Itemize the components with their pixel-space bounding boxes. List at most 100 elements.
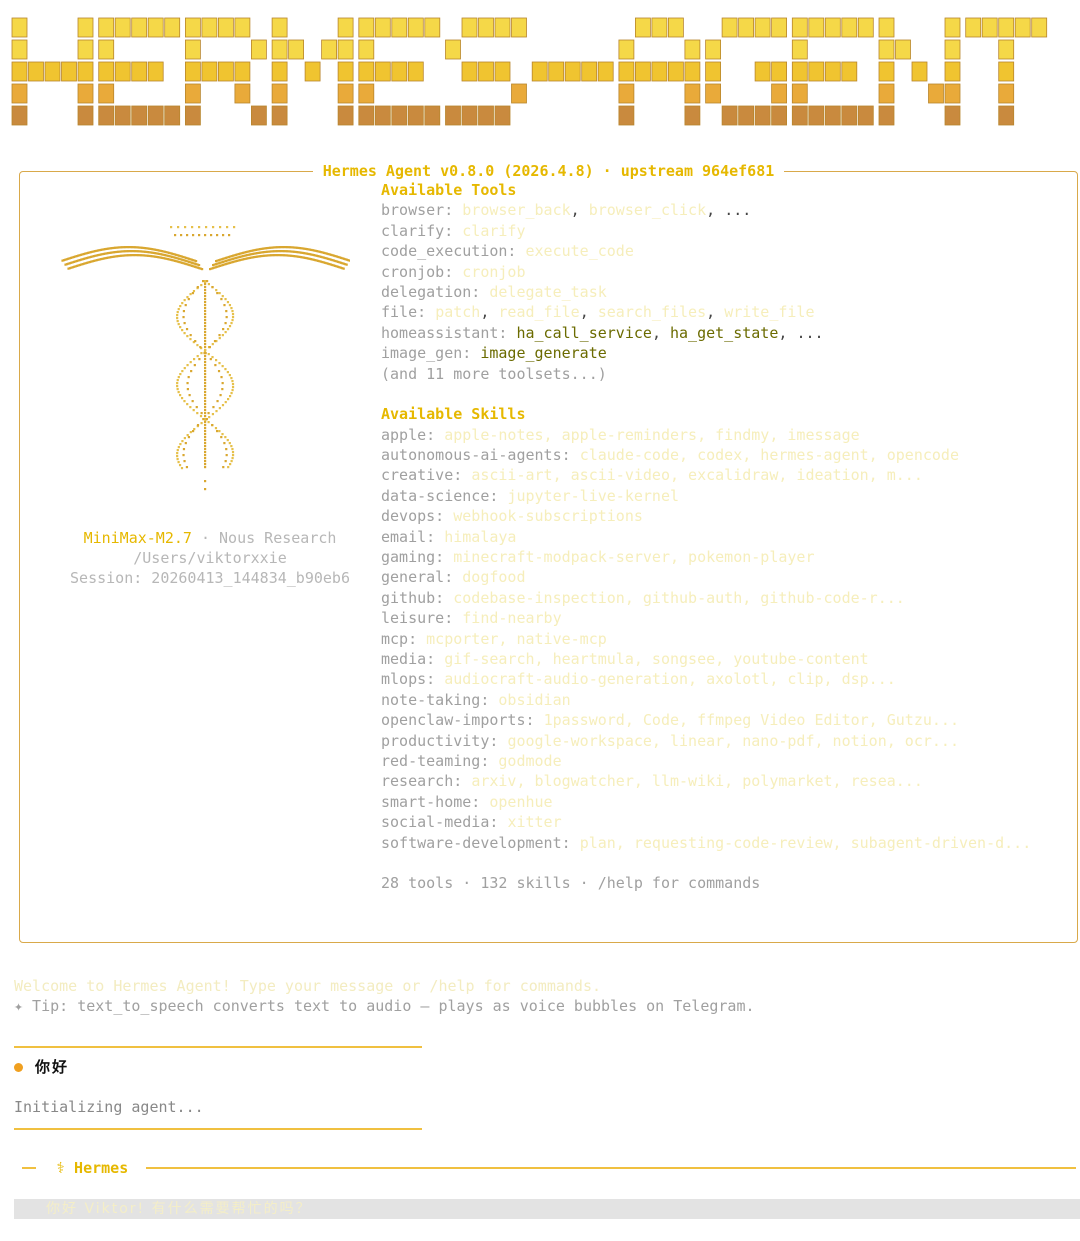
divider [14,1128,422,1130]
skill-items: plan, requesting-code-review, subagent-d… [579,833,1032,852]
skill-row: github: codebase-inspection, github-auth… [381,588,1061,608]
assistant-reply-text: 你好 Viktor! 有什么需要帮忙的吗？ [46,1201,312,1217]
tool-category: browser: [381,201,463,220]
skill-category: social-media: [381,813,508,832]
skill-row: social-media: xitter [381,812,1061,832]
more-toolsets: (and 11 more toolsets...) [381,364,607,383]
assistant-reply[interactable]: 你好 Viktor! 有什么需要帮忙的吗？ [14,1199,1080,1219]
skill-items: find-nearby [462,609,562,628]
skill-category: gaming: [381,548,454,567]
divider [14,1046,422,1048]
status-text: Initializing agent... [14,1098,204,1116]
tool-row: file: patch, read_file, search_files, wr… [381,302,1061,322]
model-name: MiniMax-M2.7 [83,529,192,547]
tool-row: cronjob: cronjob [381,262,1061,282]
tool-category: code_execution: [381,242,526,261]
skills-list: apple: apple-notes, apple-reminders, fin… [381,425,1061,853]
tool-category: delegation: [381,282,490,301]
skill-items: godmode [498,751,562,770]
user-bullet-icon [14,1062,23,1072]
skill-category: apple: [381,425,445,444]
skill-category: mcp: [381,629,427,648]
tool-row: delegation: delegate_task [381,282,1061,302]
tool-row: browser: browser_back, browser_click, ..… [381,200,1061,220]
skills-heading: Available Skills [381,405,526,424]
tool-items: clarify [462,221,526,240]
skill-category: red-teaming: [381,751,499,770]
session-id: Session: 20260413_144834_b90eb6 [70,569,350,587]
skill-category: general: [381,568,463,587]
skill-items: mcporter, native-mcp [426,629,607,648]
version-title: Hermes Agent v0.8.0 (2026.4.8) · upstrea… [312,162,785,180]
skill-row: media: gif-search, heartmula, songsee, y… [381,649,1061,669]
panel-title: Hermes Agent v0.8.0 (2026.4.8) · upstrea… [20,162,1077,180]
skill-items: obsidian [498,690,571,709]
tool-items: ha_call_service, ha_get_state, ... [516,323,824,342]
hermes-agent-banner [10,14,1050,138]
skill-category: software-development: [381,833,580,852]
skill-items: himalaya [444,527,517,546]
skill-row: gaming: minecraft-modpack-server, pokemo… [381,547,1061,567]
skill-items: claude-code, codex, hermes-agent, openco… [579,446,959,465]
skill-items: codebase-inspection, github-auth, github… [453,588,905,607]
skill-category: mlops: [381,670,445,689]
skill-category: autonomous-ai-agents: [381,446,580,465]
skill-row: productivity: google-workspace, linear, … [381,731,1061,751]
summary-footer: 28 tools · 132 skills · /help for comman… [381,874,761,893]
tool-items: cronjob [462,262,526,281]
skill-items: apple-notes, apple-reminders, findmy, im… [444,425,860,444]
skill-items: webhook-subscriptions [453,507,643,526]
hermes-response-header: ⚕ Hermes [22,1158,1076,1178]
skill-items: audiocraft-audio-generation, axolotl, cl… [444,670,896,689]
skill-row: mcp: mcporter, native-mcp [381,629,1061,649]
tool-category: homeassistant: [381,323,517,342]
skill-category: github: [381,588,454,607]
skill-category: data-science: [381,486,508,505]
provider-name: · Nous Research [191,529,337,547]
tool-items: browser_back, browser_click, ... [462,201,752,220]
caduceus-ascii-icon [60,208,351,508]
skill-items: minecraft-modpack-server, pokemon-player [453,548,815,567]
skill-items: google-workspace, linear, nano-pdf, noti… [507,731,959,750]
model-line: MiniMax-M2.7 · Nous Research [40,528,380,548]
skill-row: leisure: find-nearby [381,608,1061,628]
skill-category: research: [381,772,472,791]
skill-row: research: arxiv, blogwatcher, llm-wiki, … [381,771,1061,791]
skill-row: autonomous-ai-agents: claude-code, codex… [381,445,1061,465]
tool-items: delegate_task [489,282,607,301]
tool-items: patch, read_file, search_files, write_fi… [435,303,815,322]
skill-row: data-science: jupyter-live-kernel [381,486,1061,506]
user-message-text: 你好 [35,1058,70,1076]
tool-row: code_execution: execute_code [381,241,1061,261]
tools-heading: Available Tools [381,181,517,199]
banner-ascii-art [11,17,1048,126]
tool-items: image_generate [480,344,607,363]
skill-items: openhue [489,792,553,811]
skill-items: arxiv, blogwatcher, llm-wiki, polymarket… [471,772,923,791]
tool-category: image_gen: [381,344,481,363]
skill-items: jupyter-live-kernel [507,486,680,505]
skill-category: productivity: [381,731,508,750]
user-message: 你好 [14,1057,69,1077]
skill-category: email: [381,527,445,546]
rule-left [22,1167,36,1169]
skill-row: software-development: plan, requesting-c… [381,833,1061,853]
skill-row: apple: apple-notes, apple-reminders, fin… [381,425,1061,445]
skill-category: smart-home: [381,792,490,811]
tool-row: homeassistant: ha_call_service, ha_get_s… [381,323,1061,343]
skill-row: mlops: audiocraft-audio-generation, axol… [381,669,1061,689]
skill-category: note-taking: [381,690,499,709]
skill-row: smart-home: openhue [381,792,1061,812]
tool-row: image_gen: image_generate [381,343,1061,363]
skill-row: red-teaming: godmode [381,751,1061,771]
skill-row: email: himalaya [381,527,1061,547]
skill-row: creative: ascii-art, ascii-video, excali… [381,465,1061,485]
tool-row: clarify: clarify [381,221,1061,241]
skill-items: 1password, Code, ffmpeg Video Editor, Gu… [543,711,959,730]
skill-items: gif-search, heartmula, songsee, youtube-… [444,649,869,668]
skill-items: ascii-art, ascii-video, excalidraw, idea… [471,466,923,485]
skill-items: dogfood [462,568,526,587]
skill-category: devops: [381,507,454,526]
tools-list: browser: browser_back, browser_click, ..… [381,200,1061,363]
skill-items: xitter [507,813,562,832]
